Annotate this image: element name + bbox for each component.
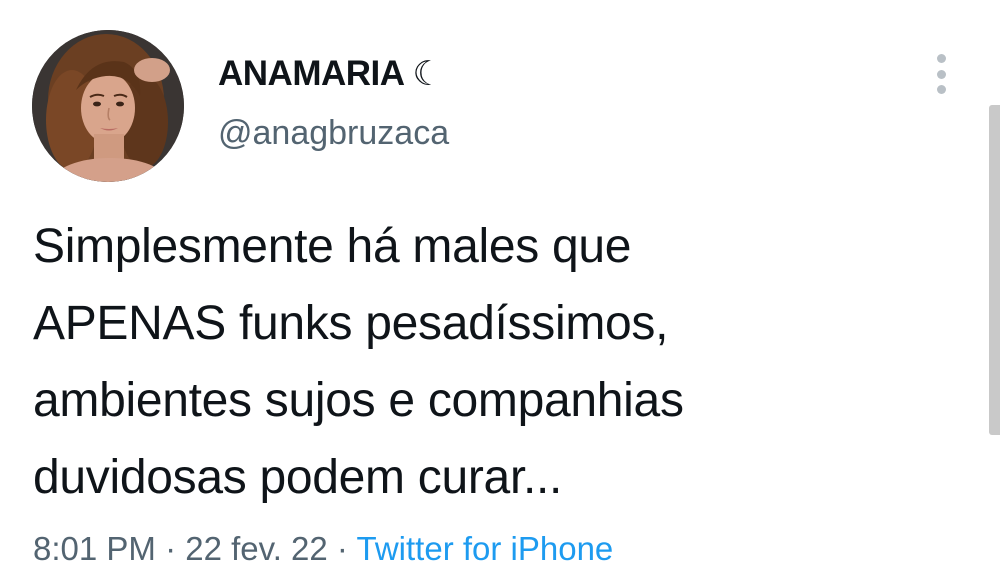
more-dot: [936, 85, 946, 94]
tweet-text: Simplesmente há males que APENAS funks p…: [33, 208, 963, 516]
tweet-text-line: APENAS funks pesadíssimos,: [33, 297, 669, 350]
more-options-icon[interactable]: [934, 54, 948, 94]
tweet-meta: 8:01 PM · 22 fev. 22 · Twitter for iPhon…: [33, 530, 613, 568]
more-dot: [936, 54, 946, 63]
user-handle[interactable]: @anagbruzaca: [218, 114, 449, 153]
display-name[interactable]: ANAMARIA: [218, 54, 405, 94]
tweet-card: ANAMARIA ☾ @anagbruzaca Simplesmente há …: [0, 0, 1000, 581]
meta-separator: ·: [336, 530, 348, 567]
tweet-source-link[interactable]: Twitter for iPhone: [357, 530, 614, 567]
tweet-date[interactable]: 22 fev. 22: [185, 530, 328, 567]
tweet-text-line: Simplesmente há males que: [33, 220, 632, 273]
tweet-time[interactable]: 8:01 PM: [33, 530, 156, 567]
avatar[interactable]: [32, 30, 184, 182]
tweet-text-line: duvidosas podem curar...: [33, 451, 563, 504]
tweet-text-line: ambientes sujos e companhias: [33, 374, 684, 427]
profile-photo-icon: [32, 30, 184, 182]
more-dot: [936, 69, 946, 79]
moon-icon: ☾: [412, 54, 444, 94]
scrollbar[interactable]: [989, 105, 1000, 435]
meta-separator: ·: [165, 530, 177, 567]
display-name-row[interactable]: ANAMARIA ☾: [218, 52, 443, 96]
